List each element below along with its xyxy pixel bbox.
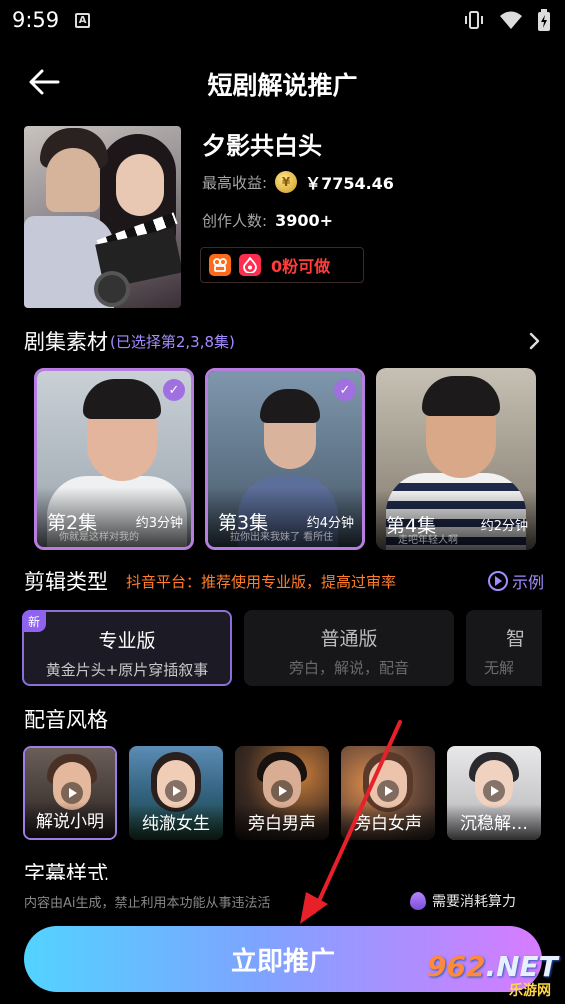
episode-duration: 约4分钟 (306, 516, 354, 531)
episode-label: 第4集 (386, 515, 437, 537)
demo-label: 示例 (511, 573, 544, 592)
play-icon[interactable] (483, 780, 505, 802)
episode-label: 第2集 (47, 512, 98, 534)
voice-name: 纯澈女生 (142, 814, 210, 834)
site-watermark: 962.NET 乐游网 (427, 950, 558, 999)
voice-card[interactable]: 旁白男声 (235, 746, 329, 840)
battery-icon (538, 9, 550, 31)
flame-icon (410, 892, 426, 910)
max-income-row: 最高收益: ¥ ￥7754.46 (202, 170, 394, 194)
coin-icon: ¥ (275, 171, 298, 193)
wifi-icon (500, 11, 522, 29)
voice-card[interactable]: 解说小明 (23, 746, 117, 840)
voice-list: 解说小明 纯澈女生 旁白男声 旁白女声 沉稳解… (23, 746, 545, 840)
drama-poster[interactable] (24, 126, 181, 308)
episode-card[interactable]: ✓ 你就是这样对我的 第2集 约3分钟 (34, 368, 194, 550)
drama-info: 夕影共白头 最高收益: ¥ ￥7754.46 创作人数: 3900+ 0粉可做 (24, 126, 544, 308)
clock: 9:59 (12, 8, 60, 32)
compute-cost-label: 需要消耗算力 (432, 894, 516, 910)
huoshan-icon (239, 254, 261, 276)
demo-button[interactable]: 示例 (487, 569, 544, 593)
watermark-domain: .NET (485, 950, 558, 983)
watermark-sub: 乐游网 (509, 983, 551, 999)
poster-figure-face (116, 154, 164, 216)
mode-name: 普通版 (320, 628, 378, 650)
top-bar: 短剧解说推广 (0, 52, 565, 112)
voice-style-title: 配音风格 (24, 708, 108, 732)
zero-fans-badge: 0粉可做 (200, 247, 364, 283)
voice-name: 旁白女声 (354, 814, 422, 834)
creators-row: 创作人数: 3900+ (202, 210, 333, 231)
mode-name: 智 (506, 628, 526, 650)
vibrate-icon (465, 11, 483, 29)
subtitle-style-title: 字幕样式 (24, 862, 108, 880)
edit-type-header: 剪辑类型 抖音平台：推荐使用专业版，提高过审率 示例 (24, 566, 544, 596)
voice-name: 旁白男声 (248, 814, 316, 834)
notification-a-icon: A (75, 12, 91, 28)
kuaishou-icon (209, 254, 231, 276)
drama-title: 夕影共白头 (202, 132, 322, 160)
watermark-number: 962 (427, 950, 486, 983)
creators-label: 创作人数: (202, 212, 268, 230)
edit-type-tip: 抖音平台：推荐使用专业版，提高过审率 (126, 572, 397, 591)
status-icons (463, 9, 551, 31)
episode-card[interactable]: 走吧年轻人啊 第4集 约2分钟 (376, 368, 536, 550)
play-icon[interactable] (377, 780, 399, 802)
watermark-logo: 962.NET (427, 950, 558, 983)
episode-duration: 约3分钟 (135, 516, 183, 531)
edit-type-title: 剪辑类型 (24, 570, 108, 594)
max-income-value: ￥7754.46 (305, 174, 394, 193)
check-icon: ✓ (334, 379, 356, 401)
episodes-title: 剧集素材 (24, 330, 108, 354)
chevron-right-icon[interactable] (524, 331, 544, 351)
voice-card[interactable]: 旁白女声 (341, 746, 435, 840)
status-bar: 9:59 A (0, 0, 565, 40)
mode-name: 专业版 (98, 630, 156, 652)
compute-cost-note: 需要消耗算力 (410, 891, 516, 911)
mode-smart[interactable]: 智 无解 (466, 610, 542, 686)
mode-pro[interactable]: 新 专业版 黄金片头+原片穿插叙事 (22, 610, 232, 686)
episode-label: 第3集 (218, 512, 269, 534)
mode-normal[interactable]: 普通版 旁白，解说，配音 (244, 610, 454, 686)
check-icon: ✓ (163, 379, 185, 401)
play-circle-icon (487, 571, 508, 591)
edit-mode-options: 新 专业版 黄金片头+原片穿插叙事 普通版 旁白，解说，配音 智 无解 (22, 610, 542, 686)
zero-fans-label: 0粉可做 (271, 257, 331, 276)
page-title: 短剧解说推广 (207, 71, 358, 100)
episode-duration: 约2分钟 (480, 519, 528, 534)
play-icon[interactable] (271, 780, 293, 802)
max-income-label: 最高收益: (202, 173, 268, 192)
voice-name: 解说小明 (36, 812, 104, 832)
new-badge: 新 (22, 610, 46, 632)
episode-list: ✓ 你就是这样对我的 第2集 约3分钟 ✓ 拉你出来我妹了 看所住 第3集 约4… (34, 368, 544, 550)
disclaimer-text: 内容由Ai生成，禁止利用本功能从事违法活 (24, 896, 271, 911)
film-reel (94, 271, 130, 307)
voice-card[interactable]: 纯澈女生 (129, 746, 223, 840)
play-icon[interactable] (165, 780, 187, 802)
episodes-header[interactable]: 剧集素材 (已选择第2,3,8集) (24, 326, 544, 356)
voice-card[interactable]: 沉稳解… (447, 746, 541, 840)
mode-desc: 黄金片头+原片穿插叙事 (45, 661, 209, 679)
episodes-selected-note: (已选择第2,3,8集) (110, 332, 235, 351)
episode-card[interactable]: ✓ 拉你出来我妹了 看所住 第3集 约4分钟 (205, 368, 365, 550)
play-icon[interactable] (61, 782, 83, 804)
mode-desc: 旁白，解说，配音 (288, 659, 409, 677)
poster-figure2-face (46, 148, 100, 212)
mode-desc: 无解 (484, 659, 515, 677)
creators-value: 3900+ (275, 211, 333, 230)
voice-name: 沉稳解… (460, 814, 528, 834)
